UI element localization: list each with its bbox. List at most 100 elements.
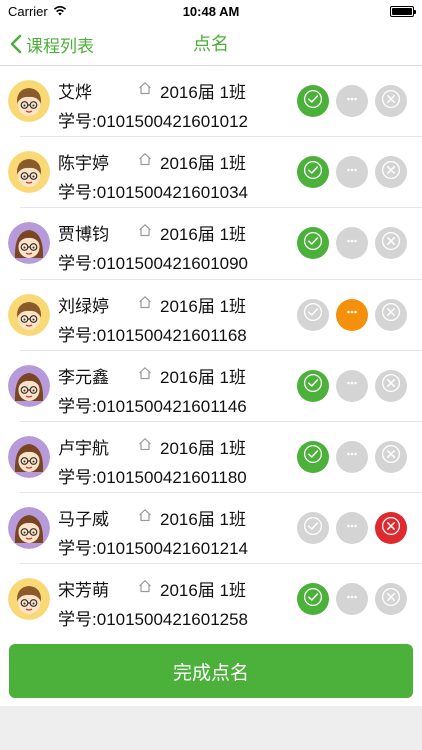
student-id-prefix: 学号:: [58, 396, 97, 416]
more-dots-icon: [342, 160, 362, 185]
student-row: 宋芳萌 2016届 1班学号:0101500421601258: [0, 564, 422, 635]
present-button[interactable]: [297, 512, 329, 545]
girl-avatar: [8, 507, 50, 550]
bottom-bar: [0, 706, 422, 750]
home-icon: [138, 579, 152, 593]
x-circle-icon: [381, 160, 401, 185]
student-row: 李元鑫 2016届 1班 学号:0101500421601146: [0, 351, 422, 423]
student-row: 卢宇航 2016届 1班学号:0101500421601180: [0, 422, 422, 494]
student-row: 贾博钧 2016届 1班学号:0101500421601090: [0, 208, 422, 280]
x-circle-icon: [381, 302, 401, 327]
check-circle-icon: [303, 373, 323, 398]
absent-button[interactable]: [375, 298, 407, 331]
girl-avatar: [8, 435, 50, 478]
student-name: 李元鑫: [58, 367, 109, 387]
check-circle-icon: [303, 160, 323, 185]
student-class: 2016届 1班: [160, 83, 246, 102]
home-icon: [138, 223, 152, 237]
check-circle-icon: [303, 302, 323, 327]
navigation-bar: 课程列表 点名: [0, 22, 422, 66]
student-class: 2016届 1班: [160, 510, 246, 530]
absent-button[interactable]: [375, 583, 407, 616]
absent-button[interactable]: [375, 227, 407, 260]
absent-button[interactable]: [375, 440, 407, 473]
check-circle-icon: [303, 516, 323, 541]
more-dots-icon: [342, 373, 362, 398]
student-list: 艾烨 2016届 1班 学号:0101500421601012 陈宇婷 2016届 1班…: [0, 66, 422, 636]
more-dots-icon: [342, 231, 362, 256]
student-class: 2016届 1班: [160, 581, 246, 601]
leave-button[interactable]: [336, 583, 368, 616]
present-button[interactable]: [297, 369, 329, 402]
present-button[interactable]: [297, 440, 329, 473]
absent-button[interactable]: [375, 156, 407, 189]
student-class: 2016届 1班: [160, 296, 246, 316]
leave-button[interactable]: [336, 369, 368, 402]
x-circle-icon: [381, 516, 401, 541]
boy-avatar: [8, 151, 50, 194]
present-button[interactable]: [297, 156, 329, 189]
present-button[interactable]: [297, 227, 329, 260]
wifi-icon: [53, 4, 67, 19]
absent-button[interactable]: [375, 369, 407, 402]
student-id-prefix: 学号:: [58, 325, 97, 345]
absent-button[interactable]: [375, 85, 407, 117]
battery-icon: [390, 5, 416, 17]
more-dots-icon: [342, 444, 362, 469]
leave-button[interactable]: [336, 512, 368, 545]
student-id: 学号:0101500421601034: [58, 178, 248, 203]
leave-button[interactable]: [336, 227, 368, 260]
home-icon: [138, 437, 152, 451]
girl-avatar: [8, 364, 50, 407]
student-row: 马子威 2016届 1班 学号:0101500421601214: [0, 493, 422, 565]
girl-avatar: [8, 222, 50, 265]
student-row: 刘绿婷 2016届 1班学号:0101500421601168: [0, 280, 422, 351]
student-id-value: 0101500421601168: [96, 325, 247, 345]
student-id-prefix: 学号:: [58, 610, 97, 630]
status-bar: Carrier 10:48 AM: [0, 0, 422, 22]
student-name: 马子威: [58, 510, 109, 530]
student-name: 宋芳萌: [58, 581, 109, 601]
leave-button[interactable]: [336, 440, 368, 473]
leave-button[interactable]: [336, 156, 368, 189]
check-circle-icon: [303, 89, 323, 114]
x-circle-icon: [381, 89, 401, 114]
student-id-value: 0101500421601012: [96, 112, 249, 131]
student-class: 2016届 1班: [160, 225, 246, 245]
check-circle-icon: [303, 444, 323, 469]
more-dots-icon: [342, 516, 362, 541]
student-id-prefix: 学号:: [58, 467, 97, 487]
home-icon: [138, 366, 152, 380]
carrier-label: Carrier: [8, 3, 48, 19]
student-id-value: 0101500421601214: [96, 539, 249, 559]
student-class: 2016届 1班: [160, 438, 246, 458]
chevron-left-icon: [10, 34, 22, 54]
present-button[interactable]: [297, 298, 329, 331]
student-id-value: 0101500421601034: [96, 183, 249, 203]
present-button[interactable]: [297, 85, 329, 117]
boy-avatar: [8, 80, 50, 122]
finish-roll-call-button[interactable]: 完成点名: [9, 644, 413, 698]
home-icon: [138, 508, 152, 522]
student-name: 刘绿婷: [58, 296, 109, 316]
leave-button[interactable]: [336, 85, 368, 117]
student-id: 学号:0101500421601146: [58, 392, 247, 417]
absent-button[interactable]: [375, 512, 407, 545]
leave-button[interactable]: [336, 298, 368, 331]
student-name: 卢宇航: [58, 438, 109, 458]
x-circle-icon: [381, 373, 401, 398]
more-dots-icon: [342, 89, 362, 114]
student-name: 贾博钧: [58, 225, 109, 245]
student-class: 2016届 1班: [160, 154, 246, 174]
back-button[interactable]: 课程列表: [10, 22, 94, 66]
check-circle-icon: [303, 587, 323, 612]
home-icon: [138, 295, 152, 309]
student-id-prefix: 学号:: [58, 112, 97, 131]
student-id: 学号:0101500421601258: [58, 605, 248, 630]
x-circle-icon: [381, 587, 401, 612]
student-id-value: 0101500421601180: [96, 467, 247, 487]
home-icon: [138, 152, 152, 166]
present-button[interactable]: [297, 583, 329, 616]
student-id: 学号:0101500421601090: [58, 249, 248, 274]
x-circle-icon: [381, 444, 401, 469]
